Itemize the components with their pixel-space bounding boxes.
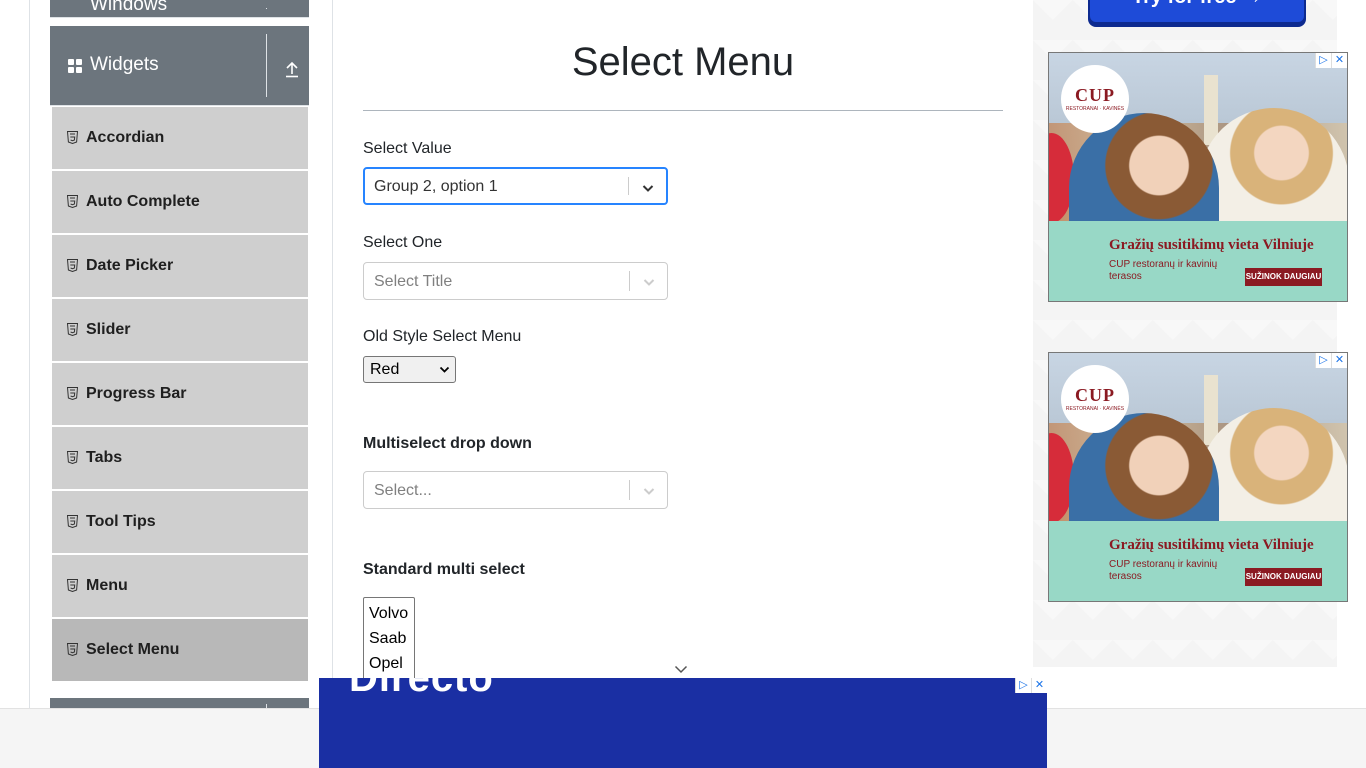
chevron-down-icon[interactable] [640, 180, 656, 196]
sidebar-item-label: Menu [86, 577, 128, 594]
divider [266, 8, 267, 9]
sidebar-item-select-menu[interactable]: Select Menu [50, 618, 309, 682]
multiselect-placeholder: Select... [374, 482, 432, 499]
chevron-down-icon [439, 366, 450, 373]
adchoices-icon[interactable]: ▷ [1315, 353, 1331, 368]
select-value-current: Group 2, option 1 [374, 178, 498, 195]
chevron-down-icon[interactable] [641, 274, 657, 290]
html5-icon [67, 323, 78, 336]
list-option-opel[interactable]: Opel [364, 651, 414, 676]
sidebar-item-accordian[interactable]: Accordian [50, 106, 309, 170]
divider [266, 34, 267, 97]
standard-multi-label: Standard multi select [363, 561, 525, 578]
html5-icon [67, 195, 78, 208]
sidebar-item-menu[interactable]: Menu [50, 554, 309, 618]
try-for-free-label: Try for free → [1132, 0, 1262, 8]
sidebar-item-label: Slider [86, 321, 131, 338]
sidebar-item-tabs[interactable]: Tabs [50, 426, 309, 490]
content-border [332, 0, 333, 708]
adchoices-icon[interactable]: ▷ [1315, 53, 1331, 68]
close-icon[interactable]: ✕ [1331, 53, 1347, 68]
bottom-ad-brand: Directo [349, 678, 494, 700]
cup-logo-sub: RESTORANAI · KAVINĖS [1065, 106, 1125, 112]
old-style-value: Red [370, 361, 400, 378]
ad-banner-2[interactable]: CUP RESTORANAI · KAVINĖS Gražių susitiki… [1048, 352, 1348, 602]
html5-icon [67, 131, 78, 144]
select-value-dropdown[interactable]: Group 2, option 1 [363, 167, 668, 205]
collapse-up-icon[interactable] [284, 60, 300, 78]
cup-logo: CUP RESTORANAI · KAVINĖS [1061, 65, 1129, 133]
list-option-saab[interactable]: Saab [364, 626, 414, 651]
ad-banner-1[interactable]: CUP RESTORANAI · KAVINĖS Gražių susitiki… [1048, 52, 1348, 302]
indicator-separator [629, 271, 630, 291]
list-option-volvo[interactable]: Volvo [364, 601, 414, 626]
multiselect-label: Multiselect drop down [363, 435, 532, 452]
ad-headline: Gražių susitikimų vieta Vilniuje [1109, 237, 1314, 253]
cup-logo-sub: RESTORANAI · KAVINĖS [1065, 406, 1125, 412]
bottom-ad-banner[interactable]: Directo ▷ ✕ [319, 678, 1047, 768]
sidebar-item-label: Auto Complete [86, 193, 200, 210]
old-style-label: Old Style Select Menu [363, 328, 522, 345]
page-title: Select Menu [571, 40, 795, 84]
multiselect-dropdown[interactable]: Select... [363, 471, 668, 509]
try-for-free-button[interactable]: Try for free → [1088, 0, 1306, 24]
old-style-select[interactable]: Red [363, 356, 456, 383]
select-one-placeholder: Select Title [374, 273, 453, 290]
ad-headline: Gražių susitikimų vieta Vilniuje [1109, 537, 1314, 553]
sidebar-item-progress-bar[interactable]: Progress Bar [50, 362, 309, 426]
sidebar-item-label: Accordian [86, 129, 165, 146]
adchoices-icon[interactable]: ▷ [1015, 678, 1031, 693]
scroll-down-chevron-icon[interactable] [674, 663, 688, 675]
close-icon[interactable]: ✕ [1031, 678, 1047, 693]
sidebar-group-widgets[interactable]: Widgets [50, 26, 309, 106]
sidebar-item-label: Tool Tips [86, 513, 156, 530]
sidebar-item-label: Progress Bar [86, 385, 187, 402]
html5-icon [67, 643, 78, 656]
sidebar-item-label: Tabs [86, 449, 123, 466]
sidebar-item-slider[interactable]: Slider [50, 298, 309, 362]
indicator-separator [628, 177, 629, 195]
html5-icon [67, 515, 78, 528]
ad-subtext: CUP restoranų ir kavinių terasos [1109, 559, 1218, 582]
ad-choices[interactable]: ▷ ✕ [1015, 678, 1047, 693]
html5-icon [67, 451, 78, 464]
sidebar-item-label: Date Picker [86, 257, 174, 274]
ad-cta-button[interactable]: SUŽINOK DAUGIAU [1245, 268, 1322, 286]
html5-icon [67, 259, 78, 272]
ad-choices[interactable]: ▷ ✕ [1315, 53, 1347, 68]
select-value-label: Select Value [363, 140, 452, 157]
ad-choices[interactable]: ▷ ✕ [1315, 353, 1347, 368]
sidebar-group-title: Windows [90, 0, 168, 15]
cup-logo-text: CUP [1075, 385, 1115, 405]
chevron-down-icon[interactable] [641, 483, 657, 499]
close-icon[interactable]: ✕ [1331, 353, 1347, 368]
ad-subtext: CUP restoranų ir kavinių terasos [1109, 259, 1218, 282]
sidebar-item-label: Select Menu [86, 641, 180, 658]
html5-icon [67, 387, 78, 400]
sidebar-group-windows[interactable]: Windows [50, 0, 309, 18]
cup-logo-text: CUP [1075, 85, 1115, 105]
left-border [29, 0, 30, 708]
sidebar-item-tool-tips[interactable]: Tool Tips [50, 490, 309, 554]
title-divider [363, 110, 1003, 111]
ad-cta-button[interactable]: SUŽINOK DAUGIAU [1245, 568, 1322, 586]
sidebar-item-auto-complete[interactable]: Auto Complete [50, 170, 309, 234]
indicator-separator [629, 480, 630, 500]
sidebar-group-title: Widgets [90, 54, 159, 75]
cup-logo: CUP RESTORANAI · KAVINĖS [1061, 365, 1129, 433]
html5-icon [67, 579, 78, 592]
sidebar: Windows Widgets Accordian Auto Complete [50, 0, 309, 682]
sidebar-item-date-picker[interactable]: Date Picker [50, 234, 309, 298]
standard-multi-select[interactable]: Volvo Saab Opel [363, 597, 415, 687]
widgets-grid-icon [68, 59, 82, 73]
page: Windows Widgets Accordian Auto Complete [0, 0, 1366, 768]
select-one-dropdown[interactable]: Select Title [363, 262, 668, 300]
select-one-label: Select One [363, 234, 443, 251]
